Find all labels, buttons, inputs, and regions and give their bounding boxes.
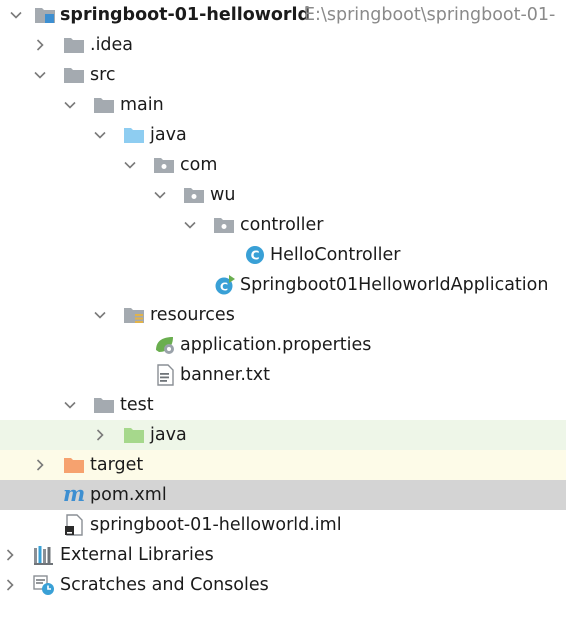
spring-properties-icon	[154, 334, 176, 356]
folder-icon	[63, 64, 85, 86]
text-file-icon	[154, 364, 176, 386]
tree-item-label: External Libraries	[60, 545, 214, 565]
chevron-down-icon[interactable]	[32, 67, 48, 83]
chevron-right-icon[interactable]	[32, 37, 48, 53]
tree-item-label: test	[120, 395, 154, 415]
tree-row-application-properties[interactable]: application.properties	[0, 330, 566, 360]
tree-row-com[interactable]: com	[0, 150, 566, 180]
project-path: E:\springboot\springboot-01-	[304, 5, 556, 25]
tree-row-iml[interactable]: springboot-01-helloworld.iml	[0, 510, 566, 540]
chevron-right-icon[interactable]	[92, 427, 108, 443]
tree-item-label: com	[180, 155, 218, 175]
tree-row-test[interactable]: test	[0, 390, 566, 420]
tree-item-label: Springboot01HelloworldApplication	[240, 275, 549, 295]
tree-row-src[interactable]: src	[0, 60, 566, 90]
chevron-down-icon[interactable]	[152, 187, 168, 203]
tree-row-hello-controller[interactable]: C HelloController	[0, 240, 566, 270]
tree-item-label: wu	[210, 185, 236, 205]
tree-item-label: main	[120, 95, 164, 115]
tree-item-label: .idea	[90, 35, 134, 55]
tree-item-label: java	[150, 125, 187, 145]
chevron-right-icon[interactable]	[2, 577, 18, 593]
test-source-folder-icon	[123, 424, 145, 446]
tree-item-label: java	[150, 425, 187, 445]
chevron-down-icon[interactable]	[122, 157, 138, 173]
tree-row-java-test[interactable]: java	[0, 420, 566, 450]
tree-item-label: pom.xml	[90, 485, 167, 505]
folder-icon	[63, 34, 85, 56]
svg-text:C: C	[220, 281, 228, 294]
tree-row-idea[interactable]: .idea	[0, 30, 566, 60]
svg-text:C: C	[251, 249, 260, 263]
chevron-down-icon[interactable]	[62, 97, 78, 113]
scratches-icon	[33, 574, 55, 596]
tree-row-wu[interactable]: wu	[0, 180, 566, 210]
tree-item-label: HelloController	[270, 245, 401, 265]
libraries-icon	[33, 544, 55, 566]
tree-row-resources[interactable]: resources	[0, 300, 566, 330]
project-name: springboot-01-helloworld	[60, 5, 311, 25]
tree-row-banner-txt[interactable]: banner.txt	[0, 360, 566, 390]
chevron-down-icon[interactable]	[62, 397, 78, 413]
package-icon	[213, 214, 235, 236]
tree-row-target[interactable]: target	[0, 450, 566, 480]
resources-folder-icon	[123, 304, 145, 326]
chevron-down-icon[interactable]	[182, 217, 198, 233]
tree-row-external-libraries[interactable]: External Libraries	[0, 540, 566, 570]
tree-row-project-root[interactable]: springboot-01-helloworld E:\springboot\s…	[0, 0, 566, 30]
tree-row-application-class[interactable]: C Springboot01HelloworldApplication	[0, 270, 566, 300]
tree-item-label: application.properties	[180, 335, 372, 355]
tree-item-label: resources	[150, 305, 235, 325]
chevron-right-icon[interactable]	[2, 547, 18, 563]
excluded-folder-icon	[63, 454, 85, 476]
tree-row-pom-xml[interactable]: m pom.xml	[0, 480, 566, 510]
package-icon	[183, 184, 205, 206]
source-folder-icon	[123, 124, 145, 146]
tree-item-label: target	[90, 455, 144, 475]
tree-item-label: banner.txt	[180, 365, 271, 385]
chevron-right-icon[interactable]	[32, 457, 48, 473]
module-folder-icon	[34, 4, 56, 26]
maven-icon: m	[63, 481, 86, 506]
tree-item-label: springboot-01-helloworld.iml	[90, 515, 342, 535]
tree-row-controller[interactable]: controller	[0, 210, 566, 240]
folder-icon	[93, 394, 115, 416]
tree-item-label: controller	[240, 215, 324, 235]
spring-boot-class-icon: C	[214, 274, 236, 296]
java-class-icon: C	[244, 244, 266, 266]
tree-row-java-sources[interactable]: java	[0, 120, 566, 150]
chevron-down-icon[interactable]	[8, 7, 24, 23]
chevron-down-icon[interactable]	[92, 127, 108, 143]
tree-row-main[interactable]: main	[0, 90, 566, 120]
package-icon	[153, 154, 175, 176]
folder-icon	[93, 94, 115, 116]
tree-item-label: Scratches and Consoles	[60, 575, 269, 595]
module-file-icon	[63, 514, 85, 536]
tree-item-label: src	[90, 65, 116, 85]
tree-row-scratches[interactable]: Scratches and Consoles	[0, 570, 566, 600]
chevron-down-icon[interactable]	[92, 307, 108, 323]
